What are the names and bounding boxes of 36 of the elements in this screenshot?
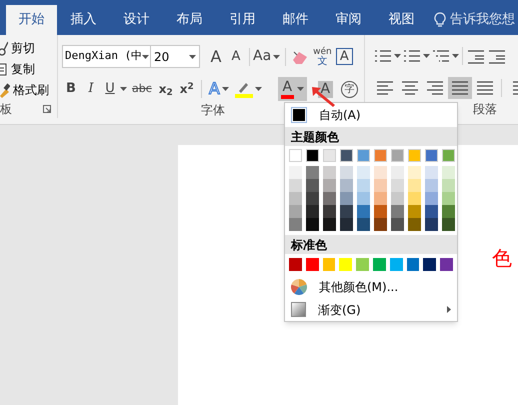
superscript-button[interactable]: x$^{2}$	[180, 80, 194, 98]
character-border-button[interactable]: A	[336, 48, 353, 65]
gradient-item[interactable]: 渐变(G)	[285, 298, 457, 321]
bold-button[interactable]: B	[62, 79, 80, 99]
document-text: 色	[492, 245, 512, 272]
ribbon-tab[interactable]: 开始	[6, 5, 57, 35]
font-size-field[interactable]: 20	[151, 45, 200, 68]
ribbon-tab[interactable]: 邮件	[269, 5, 322, 35]
painter-button[interactable]: 格式刷	[0, 79, 57, 100]
italic-button[interactable]: I	[82, 79, 100, 99]
ribbon-tab[interactable]: 引用	[216, 5, 269, 35]
underline-button[interactable]: U	[102, 79, 118, 99]
automatic-color-item[interactable]: 自动(A)	[285, 103, 457, 127]
section-header: 主题颜色	[285, 127, 457, 146]
cut-button[interactable]: 剪切	[0, 38, 57, 59]
more-colors-item[interactable]: 其他颜色(M)...	[285, 275, 457, 298]
shrink-font-button[interactable]: A	[226, 46, 246, 66]
tell-me-field[interactable]: 告诉我您想	[450, 10, 515, 30]
strikethrough-button[interactable]: abc	[132, 80, 152, 98]
ribbon-tab[interactable]: 布局	[163, 5, 216, 35]
copy-button[interactable]: 复制	[0, 58, 57, 80]
grow-font-button[interactable]: A	[206, 44, 226, 68]
ribbon-tab[interactable]: 插入	[57, 5, 110, 35]
font-color-button[interactable]: A	[278, 77, 307, 101]
group-label: 字体	[201, 102, 225, 119]
group-label: 板	[0, 101, 12, 118]
group-label: 段落	[473, 101, 498, 118]
ribbon-tab[interactable]: 设计	[110, 5, 163, 35]
change-case-button[interactable]: Aa	[253, 46, 272, 67]
enclose-character-button[interactable]: 字	[340, 80, 358, 98]
phonetic-guide-button[interactable]: wén 文	[313, 48, 332, 66]
font-name-field[interactable]: DengXian (中	[62, 45, 151, 68]
ribbon-tab[interactable]: 审阅	[322, 5, 375, 35]
section-header: 标准色	[285, 235, 457, 254]
subscript-button[interactable]: x$_{2}$	[158, 80, 173, 98]
ribbon-tab[interactable]: 视图	[375, 5, 428, 35]
